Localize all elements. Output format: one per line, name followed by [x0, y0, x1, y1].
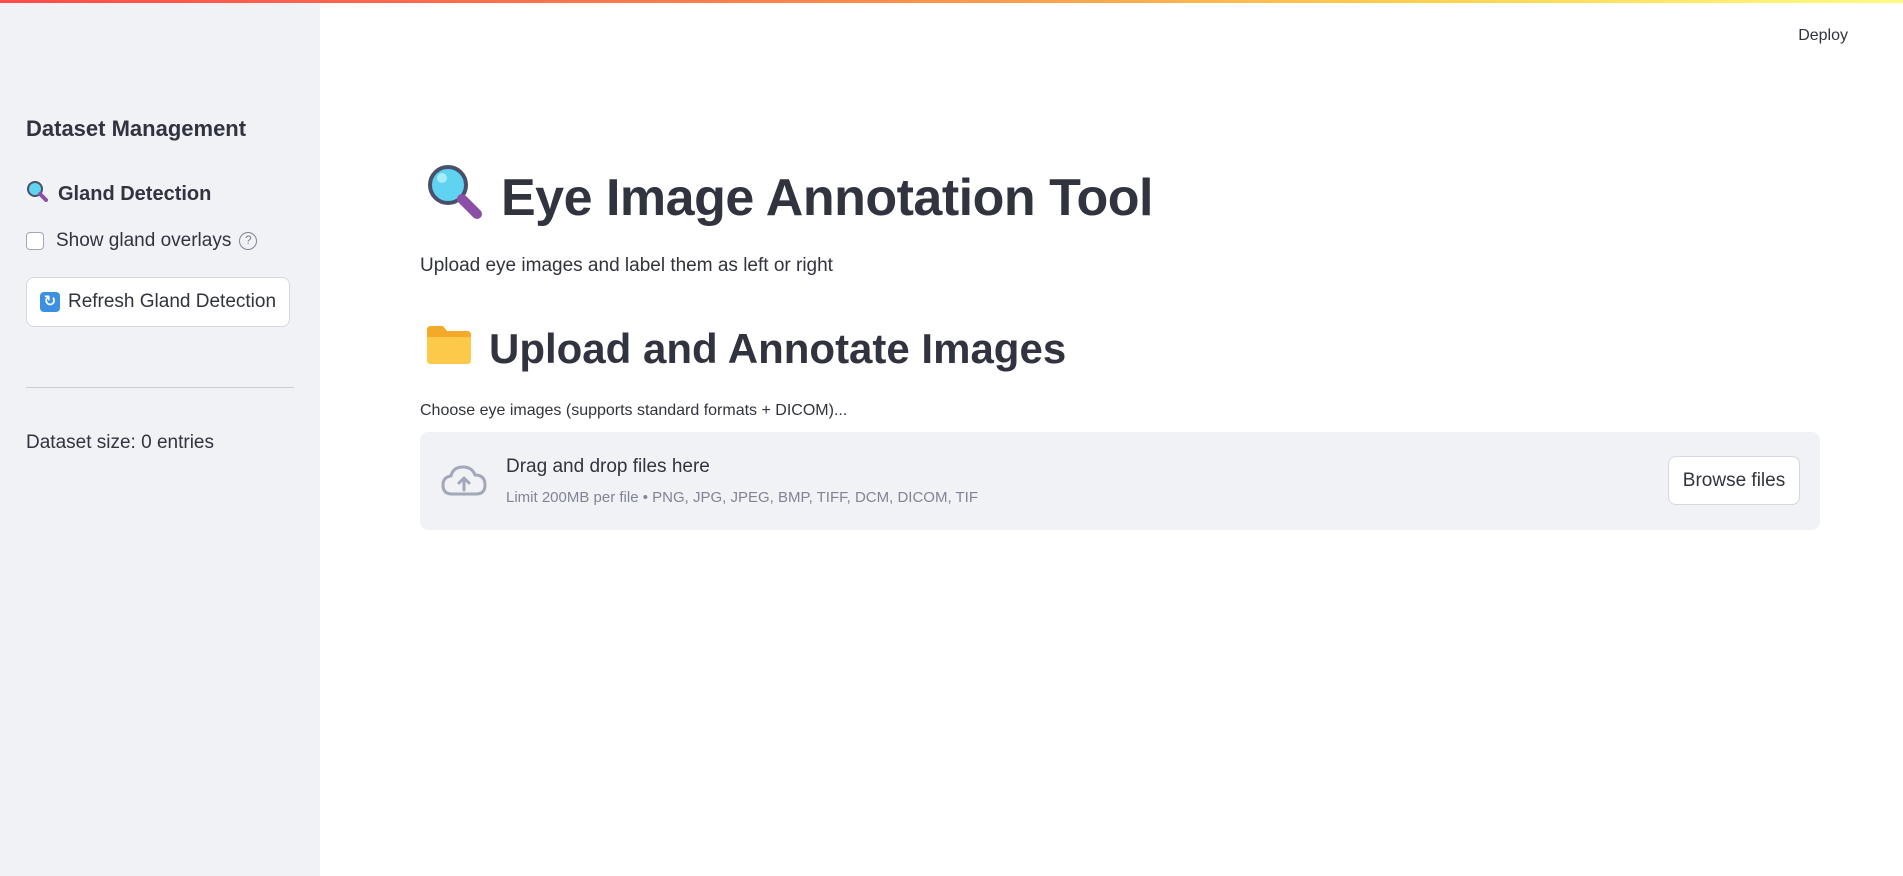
browse-files-button[interactable]: Browse files — [1668, 456, 1800, 505]
show-gland-overlays-label[interactable]: Show gland overlays — [56, 230, 231, 252]
drop-limit-text: Limit 200MB per file • PNG, JPG, JPEG, B… — [506, 489, 979, 506]
section-heading: Upload and Annotate Images — [425, 322, 1066, 376]
magnifying-glass-icon — [26, 180, 48, 208]
gland-detection-heading: Gland Detection — [26, 180, 211, 208]
page-title: Eye Image Annotation Tool — [425, 162, 1153, 233]
magnifying-glass-icon — [425, 162, 483, 233]
sidebar-divider — [26, 387, 294, 388]
dataset-size-text: Dataset size: 0 entries — [26, 432, 214, 453]
refresh-gland-detection-button[interactable]: ↻ Refresh Gland Detection — [26, 277, 290, 327]
page-title-text: Eye Image Annotation Tool — [501, 168, 1153, 227]
help-icon[interactable]: ? — [239, 232, 258, 250]
gland-detection-label: Gland Detection — [58, 182, 212, 205]
deploy-button[interactable]: Deploy — [1798, 27, 1848, 45]
cloud-upload-icon — [440, 462, 488, 503]
sidebar-title: Dataset Management — [26, 116, 247, 141]
page-subtitle: Upload eye images and label them as left… — [420, 255, 833, 276]
top-decoration-bar — [0, 0, 1903, 3]
section-heading-text: Upload and Annotate Images — [489, 325, 1067, 372]
show-gland-overlays-checkbox[interactable] — [26, 232, 44, 250]
gland-overlay-option: Show gland overlays ? — [26, 230, 258, 252]
uploader-label: Choose eye images (supports standard for… — [420, 402, 848, 419]
file-dropzone[interactable]: Drag and drop files here Limit 200MB per… — [420, 432, 1820, 530]
sidebar: Dataset Management Gland Detection Show … — [0, 0, 320, 876]
drop-title: Drag and drop files here — [506, 456, 710, 477]
refresh-icon: ↻ — [39, 292, 60, 312]
refresh-button-label: Refresh Gland Detection — [67, 291, 277, 312]
folder-icon — [425, 322, 473, 376]
